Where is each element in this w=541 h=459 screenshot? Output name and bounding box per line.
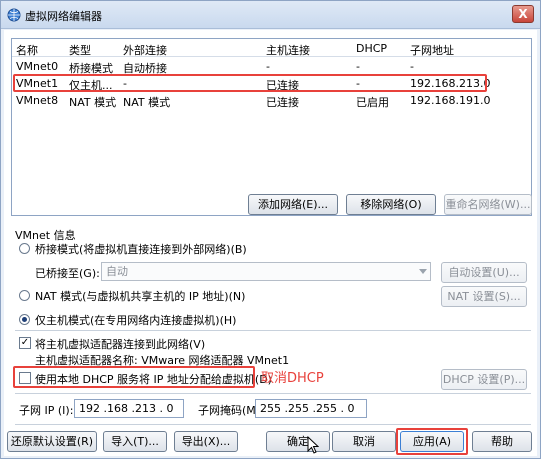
- column-type[interactable]: 类型: [69, 42, 91, 58]
- cell-host: 已连接: [266, 96, 299, 109]
- bridge-mode-radio[interactable]: [19, 243, 30, 254]
- virtual-network-editor-window: 虚拟网络编辑器 X 名称 类型 外部连接 主机连接 DHCP 子网地址 VMne…: [0, 0, 541, 459]
- auto-settings-button[interactable]: 自动设置(U)...: [441, 262, 527, 283]
- cell-type: NAT 模式: [69, 96, 117, 109]
- subnet-mask-label: 子网掩码(M):: [198, 404, 264, 417]
- add-network-button[interactable]: 添加网络(E)...: [248, 194, 338, 215]
- dialog-content: 名称 类型 外部连接 主机连接 DHCP 子网地址 VMnet0 桥接模式 自动…: [4, 30, 537, 456]
- remove-network-button[interactable]: 移除网络(O): [346, 194, 436, 215]
- host-only-radio[interactable]: [19, 314, 30, 325]
- close-button[interactable]: X: [512, 5, 534, 23]
- title-bar[interactable]: 虚拟网络编辑器 X: [1, 1, 540, 29]
- divider: [15, 330, 531, 331]
- vmnet1-highlight-box: [13, 74, 487, 92]
- cell-host: -: [266, 60, 270, 73]
- bridged-to-select[interactable]: 自动: [101, 262, 431, 281]
- subnet-ip-input[interactable]: 192 .168 .213 . 0: [74, 399, 184, 418]
- restore-defaults-button[interactable]: 还原默认设置(R): [7, 431, 97, 452]
- subnet-mask-input[interactable]: 255 .255 .255 . 0: [255, 399, 367, 418]
- bridged-to-value: 自动: [106, 265, 128, 278]
- host-only-label[interactable]: 仅主机模式(在专用网络内连接虚拟机)(H): [35, 312, 236, 328]
- bridged-to-label: 已桥接至(G):: [35, 267, 100, 280]
- dhcp-highlight-box: [13, 366, 255, 388]
- network-list[interactable]: 名称 类型 外部连接 主机连接 DHCP 子网地址 VMnet0 桥接模式 自动…: [11, 38, 532, 216]
- connect-adapter-label[interactable]: 将主机虚拟适配器连接到此网络(V): [35, 336, 205, 352]
- list-header: 名称 类型 外部连接 主机连接 DHCP 子网地址: [12, 39, 531, 57]
- apply-highlight-box: [396, 428, 468, 455]
- nat-mode-label[interactable]: NAT 模式(与虚拟机共享主机的 IP 地址)(N): [35, 288, 245, 304]
- export-button[interactable]: 导出(X)...: [174, 431, 238, 452]
- dhcp-settings-button[interactable]: DHCP 设置(P)...: [441, 369, 527, 390]
- subnet-ip-label: 子网 IP (I):: [19, 404, 74, 417]
- column-external[interactable]: 外部连接: [123, 42, 167, 58]
- cancel-dhcp-annotation: 取消DHCP: [261, 371, 324, 386]
- column-host-connection[interactable]: 主机连接: [266, 42, 310, 58]
- column-dhcp[interactable]: DHCP: [356, 42, 387, 55]
- divider: [15, 393, 531, 394]
- column-name[interactable]: 名称: [16, 42, 38, 58]
- cell-subnet: -: [410, 60, 414, 73]
- help-button[interactable]: 帮助: [472, 431, 532, 452]
- chevron-down-icon: [419, 269, 427, 274]
- nat-mode-radio[interactable]: [19, 290, 30, 301]
- cell-external: NAT 模式: [123, 96, 171, 109]
- ok-button[interactable]: 确定: [266, 431, 330, 452]
- cell-name: VMnet8: [16, 94, 59, 107]
- window-title: 虚拟网络编辑器: [25, 10, 102, 23]
- column-subnet[interactable]: 子网地址: [410, 42, 454, 58]
- table-row[interactable]: VMnet8 NAT 模式 NAT 模式 已连接 已启用 192.168.191…: [12, 93, 531, 109]
- cell-dhcp: 已启用: [356, 96, 389, 109]
- table-row[interactable]: VMnet0 桥接模式 自动桥接 - - -: [12, 59, 531, 75]
- divider: [15, 424, 531, 425]
- mouse-pointer-icon: [307, 436, 319, 454]
- cell-subnet: 192.168.191.0: [410, 94, 491, 107]
- import-button[interactable]: 导入(T)...: [103, 431, 167, 452]
- rename-network-button[interactable]: 重命名网络(W)...: [444, 194, 532, 215]
- cancel-button[interactable]: 取消: [332, 431, 396, 452]
- connect-adapter-checkbox[interactable]: ✓: [19, 337, 31, 349]
- cell-name: VMnet0: [16, 60, 59, 73]
- network-globe-icon: [7, 8, 21, 22]
- cell-dhcp: -: [356, 60, 360, 73]
- nat-settings-button[interactable]: NAT 设置(S)...: [441, 286, 527, 307]
- vmnet-info-section: VMnet 信息 桥接模式(将虚拟机直接连接到外部网络)(B) 已桥接至(G):…: [11, 226, 532, 454]
- bridge-mode-label[interactable]: 桥接模式(将虚拟机直接连接到外部网络)(B): [35, 241, 247, 257]
